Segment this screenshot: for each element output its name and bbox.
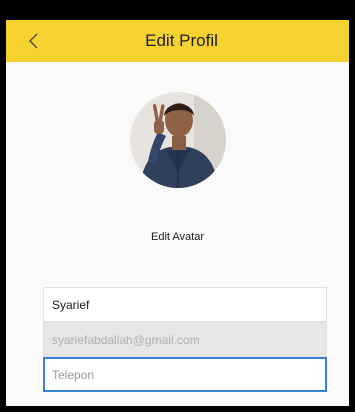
page-title: Edit Profil bbox=[145, 31, 218, 50]
device-frame: Edit Profil Edit Avatar Syarief syariefa… bbox=[0, 0, 355, 412]
back-button[interactable] bbox=[16, 20, 52, 62]
avatar-photo-icon bbox=[130, 92, 226, 188]
avatar[interactable] bbox=[130, 92, 226, 188]
name-field[interactable] bbox=[43, 287, 327, 322]
edit-profile-screen: Edit Profil Edit Avatar Syarief syariefa… bbox=[6, 20, 349, 406]
phone-field[interactable] bbox=[43, 357, 327, 392]
email-field[interactable] bbox=[43, 322, 327, 357]
app-bar: Edit Profil bbox=[6, 20, 349, 62]
edit-avatar-button[interactable]: Edit Avatar bbox=[6, 231, 349, 243]
chevron-left-icon bbox=[29, 33, 38, 49]
